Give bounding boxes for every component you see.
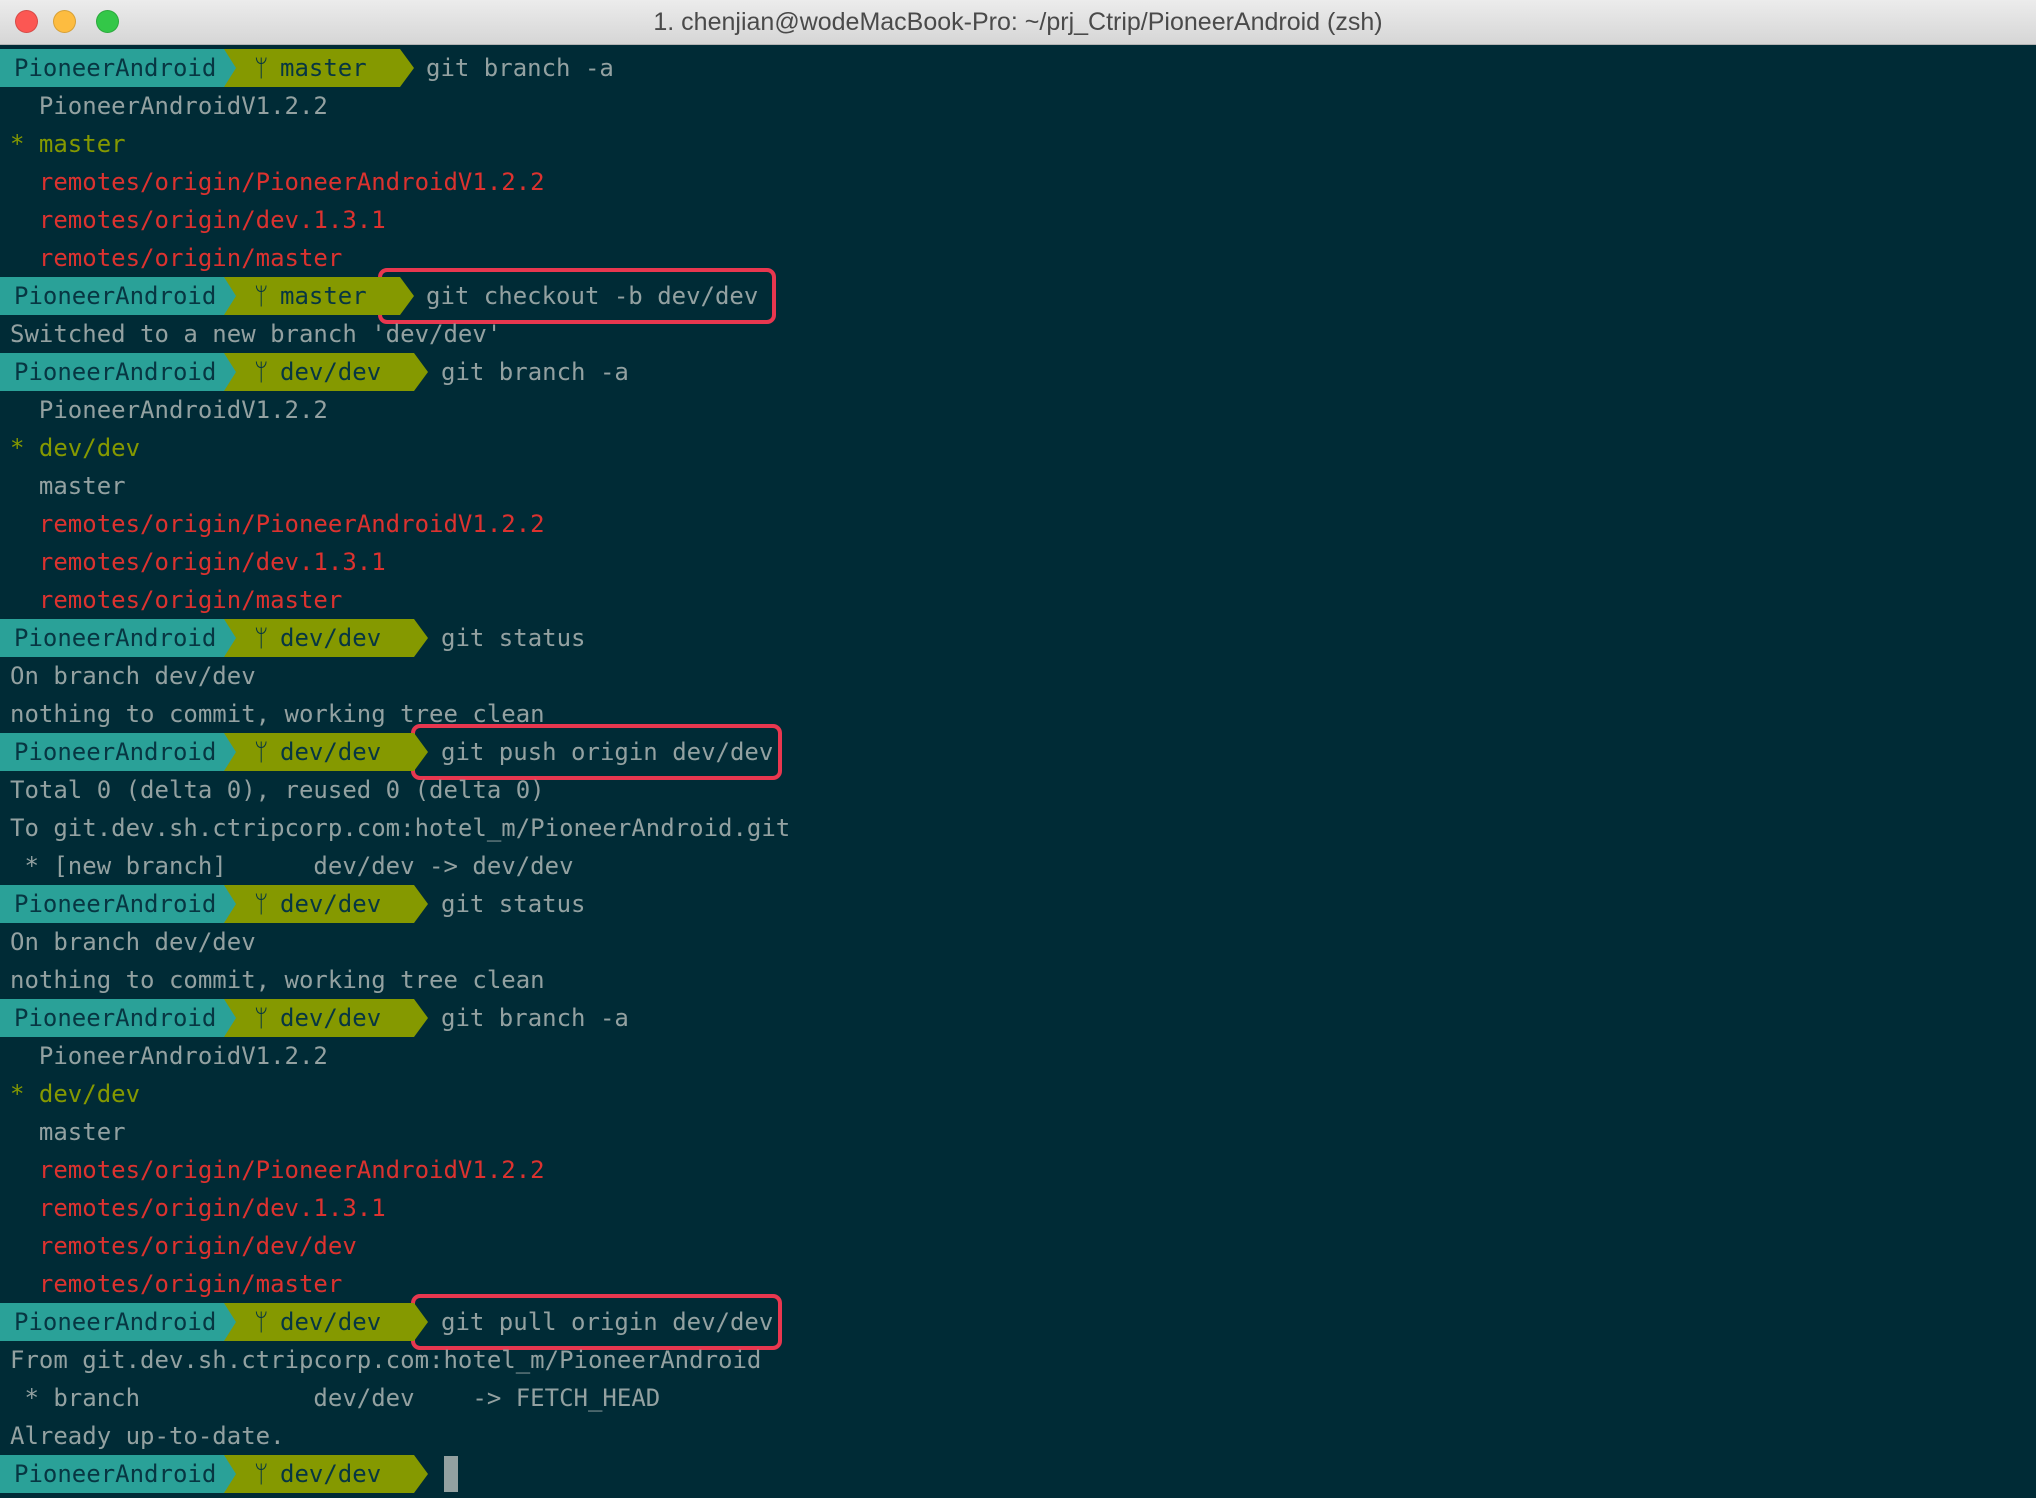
current-branch-line: * dev/dev xyxy=(10,434,141,462)
window-title: 1. chenjian@wodeMacBook-Pro: ~/prj_Ctrip… xyxy=(653,8,1383,36)
prompt-line: PioneerAndroid ᛘ dev/dev git branch -a xyxy=(0,999,629,1037)
command-text: git branch -a xyxy=(426,54,614,82)
output-line: To git.dev.sh.ctripcorp.com:hotel_m/Pion… xyxy=(10,814,791,842)
prompt-branch: ᛘ dev/dev xyxy=(224,1455,428,1493)
command-text: git pull origin dev/dev xyxy=(441,1308,774,1336)
prompt-line: PioneerAndroid ᛘ dev/dev git pull origin de… xyxy=(0,1303,773,1341)
remote-branch-line: remotes/origin/PioneerAndroidV1.2.2 xyxy=(10,168,545,196)
remote-branch-line: remotes/origin/dev.1.3.1 xyxy=(10,206,386,234)
branch-name: dev/dev xyxy=(280,1004,382,1032)
command-text: git branch -a xyxy=(441,1004,629,1032)
output-line: PioneerAndroidV1.2.2 xyxy=(10,396,328,424)
prompt-branch: ᛘ dev/dev xyxy=(224,885,428,923)
git-branch-icon: ᛘ xyxy=(254,358,269,386)
output-line: PioneerAndroidV1.2.2 xyxy=(10,1042,328,1070)
git-branch-icon: ᛘ xyxy=(254,282,269,310)
output-line: From git.dev.sh.ctripcorp.com:hotel_m/Pi… xyxy=(10,1346,762,1374)
prompt-directory: PioneerAndroid xyxy=(0,277,236,315)
output-line: master xyxy=(10,1118,126,1146)
prompt-line: PioneerAndroid ᛘ dev/dev git status xyxy=(0,885,586,923)
remote-branch-line: remotes/origin/dev.1.3.1 xyxy=(10,548,386,576)
prompt-line: PioneerAndroid ᛘ dev/dev git push origin de… xyxy=(0,733,773,771)
command-text: git status xyxy=(441,890,586,918)
current-branch-line: * master xyxy=(10,130,126,158)
git-branch-icon: ᛘ xyxy=(254,890,269,918)
branch-name: dev/dev xyxy=(280,738,382,766)
output-line: PioneerAndroidV1.2.2 xyxy=(10,92,328,120)
branch-name: dev/dev xyxy=(280,890,382,918)
command-text: git checkout -b dev/dev xyxy=(426,282,759,310)
prompt-directory: PioneerAndroid xyxy=(0,353,236,391)
output-line: nothing to commit, working tree clean xyxy=(10,966,545,994)
branch-name: master xyxy=(280,54,367,82)
prompt-line: PioneerAndroid ᛘ master git branch -a xyxy=(0,49,614,87)
remote-branch-line: remotes/origin/PioneerAndroidV1.2.2 xyxy=(10,510,545,538)
prompt-branch: ᛘ dev/dev xyxy=(224,1303,428,1341)
prompt-directory: PioneerAndroid xyxy=(0,885,236,923)
prompt-branch: ᛘ dev/dev xyxy=(224,619,428,657)
terminal-window: 1. chenjian@wodeMacBook-Pro: ~/prj_Ctrip… xyxy=(0,0,2036,1498)
remote-branch-line: remotes/origin/dev/dev xyxy=(10,1232,357,1260)
terminal-output[interactable]: PioneerAndroid ᛘ master git branch -a Pione… xyxy=(0,49,2036,1498)
prompt-directory: PioneerAndroid xyxy=(0,999,236,1037)
prompt-directory: PioneerAndroid xyxy=(0,1455,236,1493)
prompt-line: PioneerAndroid ᛘ dev/dev xyxy=(0,1455,441,1493)
branch-name: dev/dev xyxy=(280,624,382,652)
output-line: * branch dev/dev -> FETCH_HEAD xyxy=(10,1384,661,1412)
remote-branch-line: remotes/origin/master xyxy=(10,244,343,272)
output-line: Already up-to-date. xyxy=(10,1422,285,1450)
prompt-directory: PioneerAndroid xyxy=(0,1303,236,1341)
prompt-branch: ᛘ master xyxy=(224,277,414,315)
title-bar[interactable]: 1. chenjian@wodeMacBook-Pro: ~/prj_Ctrip… xyxy=(0,0,2036,45)
output-line: On branch dev/dev xyxy=(10,928,256,956)
output-line: Switched to a new branch 'dev/dev' xyxy=(10,320,502,348)
text-cursor xyxy=(444,1456,458,1492)
command-text: git branch -a xyxy=(441,358,629,386)
branch-name: dev/dev xyxy=(280,358,382,386)
command-text: git push origin dev/dev xyxy=(441,738,774,766)
prompt-line: PioneerAndroid ᛘ dev/dev git branch -a xyxy=(0,353,629,391)
git-branch-icon: ᛘ xyxy=(254,54,269,82)
prompt-directory: PioneerAndroid xyxy=(0,49,236,87)
branch-name: dev/dev xyxy=(280,1460,382,1488)
remote-branch-line: remotes/origin/dev.1.3.1 xyxy=(10,1194,386,1222)
git-branch-icon: ᛘ xyxy=(254,1460,269,1488)
output-line: * [new branch] dev/dev -> dev/dev xyxy=(10,852,574,880)
output-line: master xyxy=(10,472,126,500)
prompt-branch: ᛘ master xyxy=(224,49,414,87)
prompt-directory: PioneerAndroid xyxy=(0,619,236,657)
git-branch-icon: ᛘ xyxy=(254,624,269,652)
git-branch-icon: ᛘ xyxy=(254,1004,269,1032)
remote-branch-line: remotes/origin/PioneerAndroidV1.2.2 xyxy=(10,1156,545,1184)
prompt-directory: PioneerAndroid xyxy=(0,733,236,771)
branch-name: dev/dev xyxy=(280,1308,382,1336)
branch-name: master xyxy=(280,282,367,310)
output-line: Total 0 (delta 0), reused 0 (delta 0) xyxy=(10,776,545,804)
prompt-line: PioneerAndroid ᛘ master git checkout -b dev… xyxy=(0,277,758,315)
git-branch-icon: ᛘ xyxy=(254,738,269,766)
command-text: git status xyxy=(441,624,586,652)
current-branch-line: * dev/dev xyxy=(10,1080,141,1108)
prompt-branch: ᛘ dev/dev xyxy=(224,353,428,391)
git-branch-icon: ᛘ xyxy=(254,1308,269,1336)
prompt-branch: ᛘ dev/dev xyxy=(224,733,428,771)
remote-branch-line: remotes/origin/master xyxy=(10,1270,343,1298)
remote-branch-line: remotes/origin/master xyxy=(10,586,343,614)
prompt-line: PioneerAndroid ᛘ dev/dev git status xyxy=(0,619,586,657)
output-line: On branch dev/dev xyxy=(10,662,256,690)
prompt-branch: ᛘ dev/dev xyxy=(224,999,428,1037)
